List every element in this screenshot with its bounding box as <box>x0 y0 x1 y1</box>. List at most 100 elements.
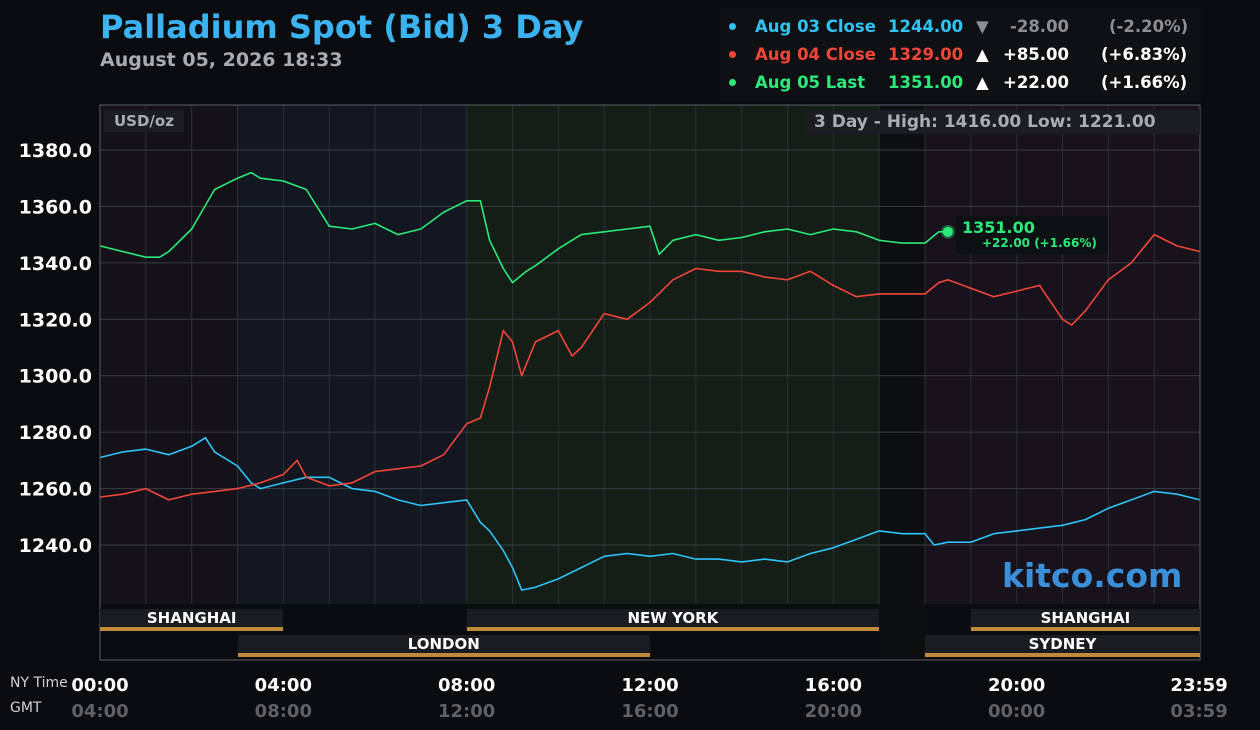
last-price-change: +22.00 (+1.66%) <box>982 236 1097 250</box>
series-point <box>122 451 124 453</box>
session-shanghai: SHANGHAI <box>970 609 1200 631</box>
series-point <box>534 586 537 588</box>
series-point <box>695 267 697 270</box>
series-point <box>213 490 216 492</box>
session-label: SHANGHAI <box>1040 609 1131 627</box>
series-point <box>158 256 161 258</box>
series-point <box>1084 310 1087 312</box>
series-point <box>236 177 239 179</box>
series-point <box>832 284 834 287</box>
last-price-marker <box>942 226 953 237</box>
series-point <box>466 423 468 425</box>
y-tick-label: 1300.0 <box>19 366 92 388</box>
series-point <box>832 228 834 230</box>
series-point <box>603 555 605 557</box>
series-point <box>718 558 720 560</box>
series-point <box>672 552 674 555</box>
series-point <box>488 239 491 241</box>
series-point <box>374 471 376 473</box>
series-point <box>901 533 903 535</box>
series-point <box>397 499 399 501</box>
series-point <box>938 282 940 284</box>
series-point <box>557 248 559 250</box>
series-point <box>479 521 482 524</box>
series-point <box>511 341 514 343</box>
series-point <box>168 454 170 456</box>
series-point <box>1061 524 1064 526</box>
series-point <box>1084 519 1087 521</box>
x-tick-label-ny: 16:00 <box>804 675 862 696</box>
series-point <box>250 171 252 174</box>
series-point <box>420 228 422 230</box>
series-point <box>521 375 523 377</box>
series-point <box>626 552 628 555</box>
series-point <box>1071 324 1073 326</box>
series-point <box>901 293 903 295</box>
series-point <box>351 482 353 484</box>
series-point <box>374 222 376 224</box>
series-point <box>603 231 605 233</box>
session-bar <box>466 627 880 631</box>
series-point <box>1107 279 1109 281</box>
session-bar <box>925 653 1200 657</box>
x-tick-label-ny: 20:00 <box>988 675 1046 696</box>
series-point <box>466 499 468 501</box>
series-point <box>282 482 284 484</box>
series-point <box>1016 530 1018 532</box>
series-point <box>420 465 422 467</box>
series-point <box>374 490 376 492</box>
series-point <box>397 234 399 236</box>
y-tick-label: 1360.0 <box>19 196 92 218</box>
series-point <box>259 177 262 179</box>
series-point <box>626 318 628 320</box>
market-closed-shade <box>879 105 925 660</box>
series-point <box>236 465 239 467</box>
unit-label: USD/oz <box>104 110 184 132</box>
series-point <box>443 502 445 504</box>
series-point <box>168 250 170 253</box>
series-point <box>259 482 262 484</box>
series-point <box>443 454 445 456</box>
series-point <box>763 558 766 560</box>
series-point <box>970 287 972 289</box>
series-point <box>328 476 330 478</box>
series-point <box>571 355 573 357</box>
y-tick-label: 1380.0 <box>19 140 92 162</box>
series-point <box>511 282 514 284</box>
x-tick-label-gmt: 20:00 <box>804 701 862 722</box>
range-high-low: 3 Day - High: 1416.00 Low: 1221.00 <box>806 110 1200 134</box>
series-point <box>786 228 789 230</box>
last-price-callout: 1351.00 +22.00 (+1.66%) <box>956 216 1108 254</box>
series-point <box>580 346 582 349</box>
series-point <box>443 211 445 213</box>
series-point <box>718 270 720 272</box>
series-point <box>250 482 252 484</box>
x-tick-label-gmt: 16:00 <box>621 701 679 722</box>
series-point <box>511 566 514 569</box>
series-point <box>809 234 812 236</box>
series-point <box>832 547 834 549</box>
series-point <box>534 341 537 343</box>
series-point <box>259 487 262 490</box>
series-point <box>1038 284 1041 287</box>
series-point <box>580 566 582 569</box>
series-point <box>878 293 880 295</box>
series-point <box>1038 527 1041 529</box>
series-point <box>580 234 582 236</box>
newyork-session-shade <box>466 105 880 604</box>
session-bar <box>237 653 650 657</box>
series-point <box>191 445 193 447</box>
series-point <box>741 270 743 272</box>
x-tick-label-gmt: 03:59 <box>1170 701 1228 722</box>
series-point <box>502 550 504 552</box>
session-london: LONDON <box>237 635 650 657</box>
y-tick-label: 1340.0 <box>19 253 92 275</box>
series-point <box>993 296 995 298</box>
series-point <box>658 253 660 255</box>
series-point <box>328 225 330 227</box>
series-point <box>649 225 651 227</box>
x-tick-label-gmt: 12:00 <box>438 701 496 722</box>
x-tick-label-ny: 12:00 <box>621 675 679 696</box>
session-label: SYDNEY <box>1028 635 1097 653</box>
series-point <box>1107 507 1109 509</box>
